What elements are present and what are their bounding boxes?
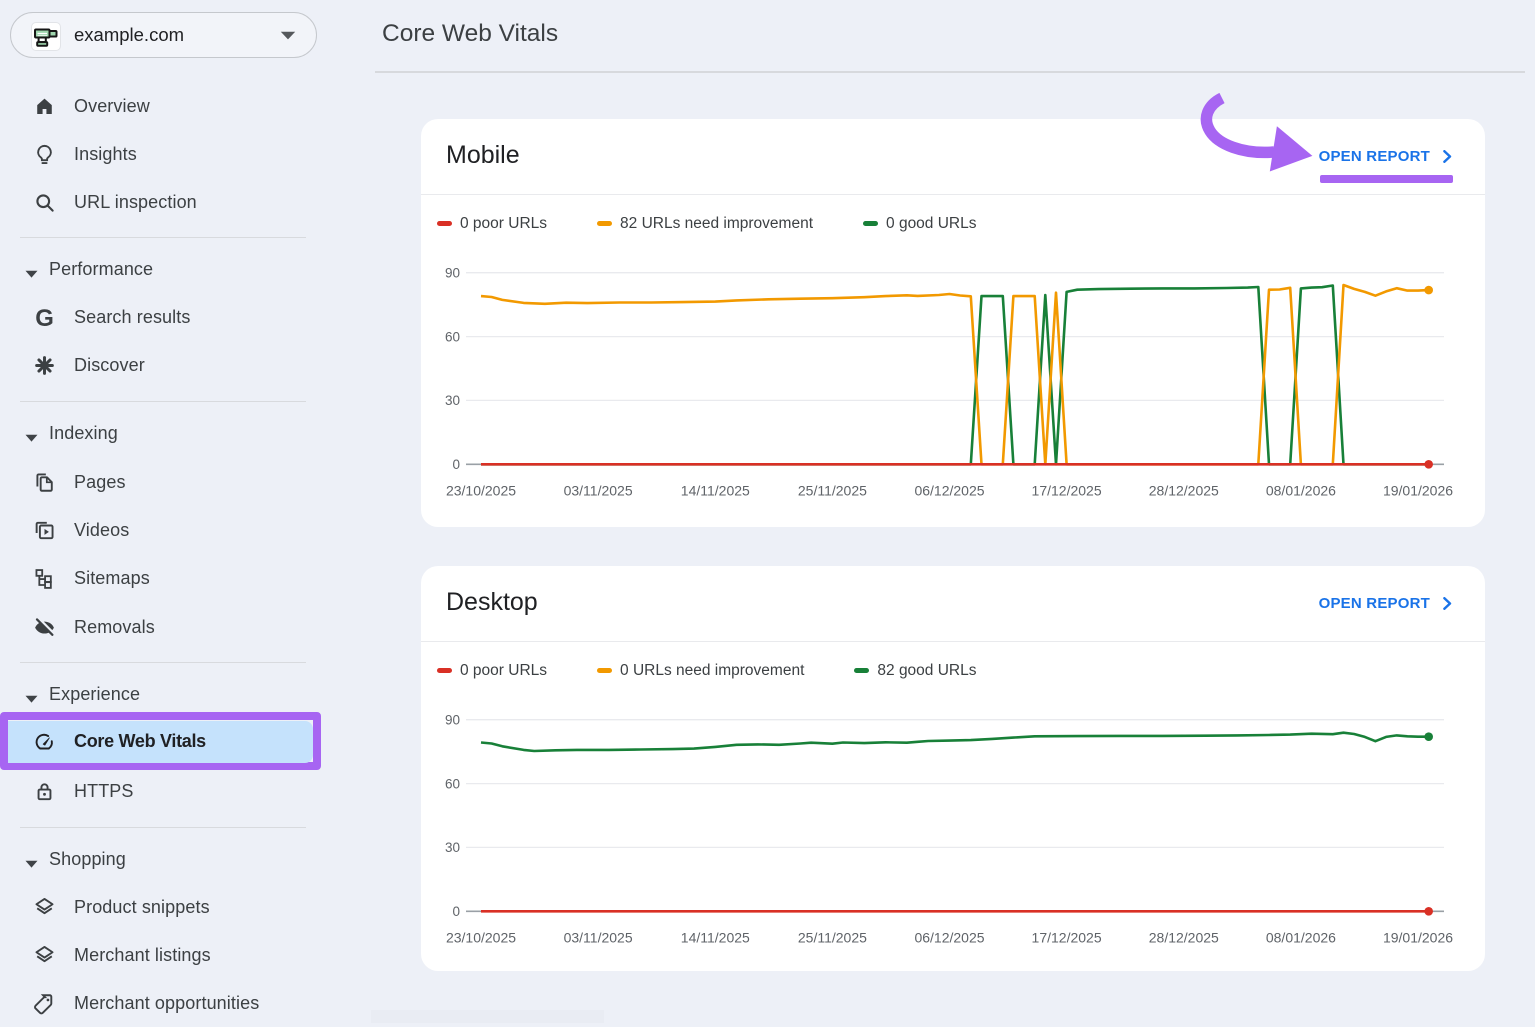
svg-text:G: G [35, 306, 54, 329]
svg-text:60: 60 [445, 329, 460, 344]
svg-text:90: 90 [445, 266, 460, 281]
svg-text:19/01/2026: 19/01/2026 [1383, 930, 1453, 946]
svg-text:23/10/2025: 23/10/2025 [446, 483, 516, 499]
svg-text:08/01/2026: 08/01/2026 [1266, 930, 1336, 946]
svg-text:08/01/2026: 08/01/2026 [1266, 483, 1336, 499]
svg-text:06/12/2025: 06/12/2025 [914, 483, 984, 499]
svg-text:14/11/2025: 14/11/2025 [681, 483, 750, 499]
svg-text:25/11/2025: 25/11/2025 [798, 483, 867, 499]
svg-text:30: 30 [445, 840, 460, 855]
svg-text:28/12/2025: 28/12/2025 [1149, 483, 1219, 499]
svg-text:25/11/2025: 25/11/2025 [798, 930, 867, 946]
svg-text:03/11/2025: 03/11/2025 [564, 483, 633, 499]
svg-text:17/12/2025: 17/12/2025 [1032, 930, 1102, 946]
svg-text:14/11/2025: 14/11/2025 [681, 930, 750, 946]
svg-text:0: 0 [452, 457, 460, 472]
svg-text:60: 60 [445, 776, 460, 791]
svg-text:23/10/2025: 23/10/2025 [446, 930, 516, 946]
svg-text:30: 30 [445, 393, 460, 408]
svg-text:0: 0 [452, 904, 460, 919]
svg-text:17/12/2025: 17/12/2025 [1032, 483, 1102, 499]
svg-text:06/12/2025: 06/12/2025 [914, 930, 984, 946]
svg-text:90: 90 [445, 713, 460, 728]
svg-text:28/12/2025: 28/12/2025 [1149, 930, 1219, 946]
svg-text:19/01/2026: 19/01/2026 [1383, 483, 1453, 499]
svg-text:03/11/2025: 03/11/2025 [564, 930, 633, 946]
